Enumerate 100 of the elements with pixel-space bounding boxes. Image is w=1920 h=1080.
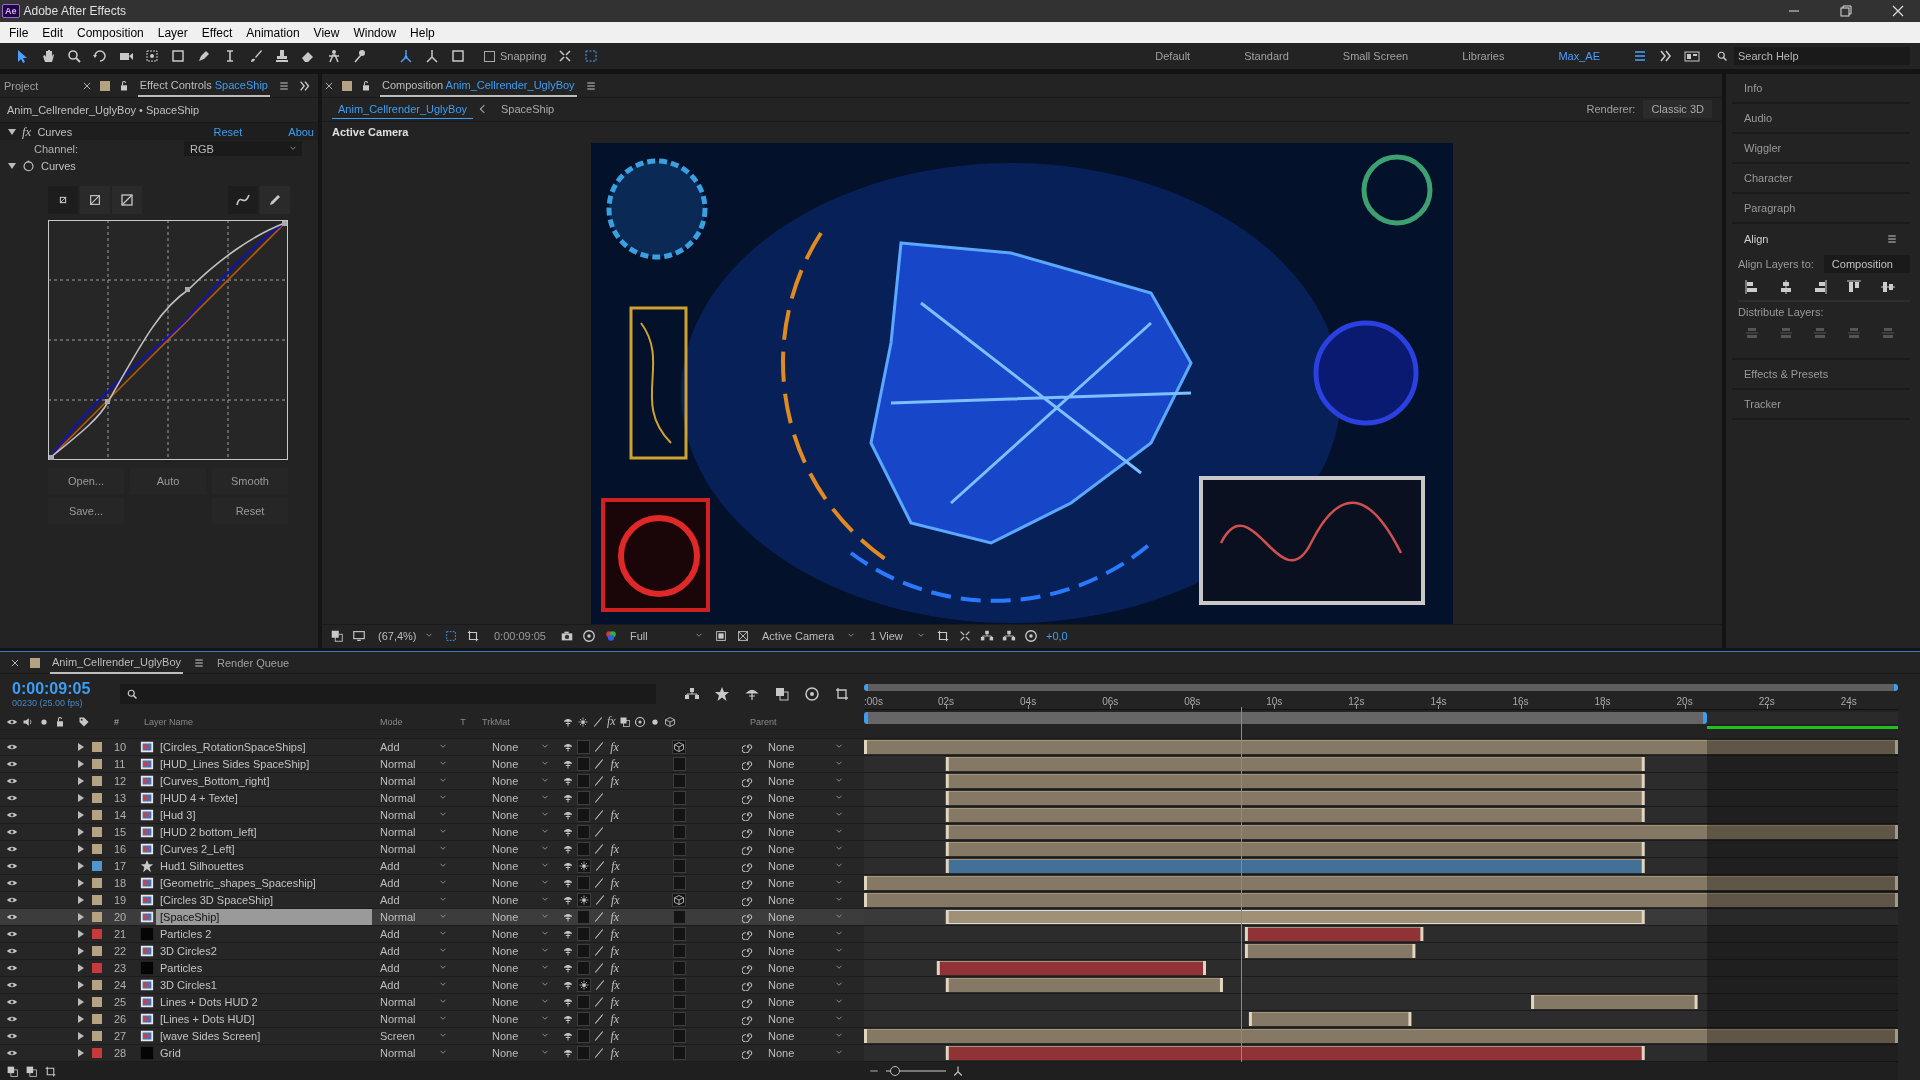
menu-icon[interactable] bbox=[1632, 48, 1648, 64]
label-color[interactable] bbox=[92, 929, 102, 939]
shy-switch-icon[interactable] bbox=[562, 962, 574, 974]
pick-whip-icon[interactable] bbox=[742, 877, 754, 889]
effects-switch[interactable]: fx bbox=[610, 807, 620, 823]
mode-dropdown[interactable]: Add bbox=[376, 977, 452, 993]
in-point-handle[interactable] bbox=[864, 876, 867, 890]
quality-switch-icon[interactable] bbox=[593, 996, 606, 1008]
in-point-handle[interactable] bbox=[945, 808, 949, 822]
layer-row[interactable]: 17 Hud1 Silhouettes Add None fx None bbox=[0, 858, 864, 875]
track-matte-dropdown[interactable]: None bbox=[478, 773, 554, 789]
out-point-handle[interactable] bbox=[1895, 893, 1898, 907]
layer-row[interactable]: 28 Grid Normal None fx None bbox=[0, 1045, 864, 1062]
label-color[interactable] bbox=[92, 759, 102, 769]
align-middle-icon[interactable] bbox=[1880, 279, 1896, 295]
shy-switch-icon[interactable] bbox=[562, 911, 574, 923]
quality-switch-icon[interactable] bbox=[593, 826, 606, 838]
transfer-controls-icon[interactable] bbox=[25, 1064, 38, 1078]
parent-dropdown[interactable]: None bbox=[760, 994, 848, 1010]
puppet-pin-tool-icon[interactable] bbox=[352, 48, 368, 64]
out-point-handle[interactable] bbox=[1408, 1012, 1412, 1026]
layer-name[interactable]: [SpaceShip] bbox=[156, 909, 372, 925]
mode-dropdown[interactable]: Add bbox=[376, 892, 452, 908]
layer-name[interactable]: [Hud 3] bbox=[156, 807, 372, 823]
effects-switch[interactable]: fx bbox=[610, 1045, 620, 1061]
channel-dropdown[interactable]: RGB bbox=[184, 141, 302, 156]
quality-switch-icon[interactable] bbox=[593, 792, 606, 804]
graph-size-button[interactable] bbox=[48, 186, 78, 214]
workspace-icon[interactable] bbox=[1684, 48, 1700, 64]
out-point-handle[interactable] bbox=[1412, 944, 1416, 958]
reset-exposure-icon[interactable] bbox=[1024, 629, 1038, 644]
column-header[interactable]: # bbox=[106, 714, 140, 729]
parent-dropdown[interactable]: None bbox=[760, 1045, 848, 1061]
zoom-slider-thumb[interactable] bbox=[890, 1066, 900, 1076]
3d-layer-switch[interactable] bbox=[672, 944, 686, 958]
layer-row[interactable]: 15 [HUD 2 bottom_left] Normal None None bbox=[0, 824, 864, 841]
pick-whip-icon[interactable] bbox=[742, 1013, 754, 1025]
shy-switch-icon[interactable] bbox=[562, 809, 574, 821]
quality-switch-icon[interactable] bbox=[593, 809, 606, 821]
mode-dropdown[interactable]: Normal bbox=[376, 1045, 452, 1061]
parent-dropdown[interactable]: None bbox=[760, 977, 848, 993]
layer-row[interactable]: 14 [Hud 3] Normal None fx None bbox=[0, 807, 864, 824]
track-matte-dropdown[interactable]: None bbox=[478, 824, 554, 840]
timeline-tab[interactable]: Anim_Cellrender_UglyBoy bbox=[50, 652, 183, 674]
effects-switch[interactable]: fx bbox=[610, 909, 620, 925]
layer-row[interactable]: 16 [Curves 2_Left] Normal None fx None bbox=[0, 841, 864, 858]
layer-name[interactable]: [HUD_Lines Sides SpaceShip] bbox=[156, 756, 372, 772]
search-field[interactable] bbox=[119, 684, 656, 704]
layer-name[interactable]: Particles 2 bbox=[156, 926, 372, 942]
camera-dropdown[interactable]: Active Camera bbox=[758, 628, 858, 645]
label-color[interactable] bbox=[92, 810, 102, 820]
in-point-handle[interactable] bbox=[945, 978, 949, 992]
pen-tool-icon[interactable] bbox=[196, 48, 212, 64]
frame-blend-header-icon[interactable] bbox=[618, 715, 631, 728]
out-point-handle[interactable] bbox=[1641, 757, 1645, 771]
mode-dropdown[interactable]: Add bbox=[376, 739, 452, 755]
align-left-icon[interactable] bbox=[1744, 279, 1760, 295]
3d-layer-switch[interactable] bbox=[672, 893, 686, 907]
label-color[interactable] bbox=[92, 1014, 102, 1024]
workspace-tab[interactable]: Standard bbox=[1222, 50, 1311, 62]
pick-whip-icon[interactable] bbox=[742, 945, 754, 957]
transparency-grid-icon[interactable] bbox=[736, 629, 750, 644]
quality-switch-icon[interactable] bbox=[593, 1047, 606, 1059]
out-point-handle[interactable] bbox=[1641, 910, 1645, 924]
out-point-handle[interactable] bbox=[1895, 740, 1898, 754]
3d-layer-switch[interactable] bbox=[672, 842, 686, 856]
layer-row[interactable]: 21 Particles 2 Add None fx None bbox=[0, 926, 864, 943]
graph-size-button[interactable] bbox=[112, 186, 142, 214]
shy-switch-icon[interactable] bbox=[562, 860, 574, 872]
motion-blur-icon[interactable] bbox=[804, 686, 820, 702]
in-point-handle[interactable] bbox=[945, 859, 949, 873]
effects-switch[interactable]: fx bbox=[610, 739, 619, 755]
collapse-switch[interactable] bbox=[577, 893, 591, 907]
column-header[interactable]: Parent bbox=[686, 713, 856, 730]
renderer-value[interactable]: Classic 3D bbox=[1643, 100, 1712, 119]
track-matte-dropdown[interactable]: None bbox=[478, 1028, 554, 1044]
collapse-switch[interactable] bbox=[577, 910, 591, 924]
track-matte-dropdown[interactable]: None bbox=[478, 994, 554, 1010]
align-top-icon[interactable] bbox=[1846, 279, 1862, 295]
close-icon[interactable] bbox=[324, 80, 334, 91]
panel-menu-icon[interactable] bbox=[1886, 233, 1898, 245]
quality-switch-icon[interactable] bbox=[593, 877, 606, 889]
shy-switch-icon[interactable] bbox=[562, 758, 574, 770]
pencil-tool-button[interactable] bbox=[260, 186, 290, 214]
in-point-handle[interactable] bbox=[864, 893, 867, 907]
workspace-tab[interactable]: Small Screen bbox=[1320, 50, 1431, 62]
mode-dropdown[interactable]: Normal bbox=[376, 994, 452, 1010]
pick-whip-icon[interactable] bbox=[742, 741, 754, 753]
parent-dropdown[interactable]: None bbox=[760, 756, 848, 772]
collapse-switch[interactable] bbox=[577, 978, 591, 992]
track-matte-dropdown[interactable]: None bbox=[478, 807, 554, 823]
track-matte-dropdown[interactable]: None bbox=[478, 756, 554, 772]
pick-whip-icon[interactable] bbox=[742, 996, 754, 1008]
layer-row[interactable]: 11 [HUD_Lines Sides SpaceShip] Normal None fx None bbox=[0, 756, 864, 773]
parent-dropdown[interactable]: None bbox=[760, 773, 848, 789]
3d-layer-switch[interactable] bbox=[672, 910, 686, 924]
label-color[interactable] bbox=[92, 776, 102, 786]
parent-dropdown[interactable]: None bbox=[760, 1028, 848, 1044]
track-matte-dropdown[interactable]: None bbox=[478, 977, 554, 993]
effects-switch[interactable]: fx bbox=[610, 960, 620, 976]
